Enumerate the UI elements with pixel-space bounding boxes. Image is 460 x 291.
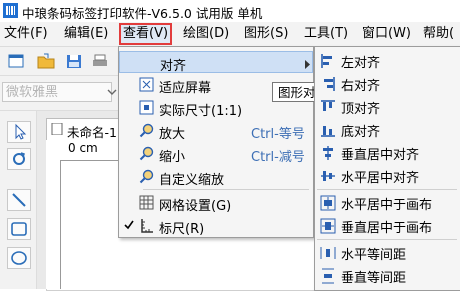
center-horizontal-canvas-item[interactable]: 水平居中于画布: [315, 192, 460, 214]
view-menu-label: 自定义缩放: [159, 173, 225, 188]
menu-shape[interactable]: 图形(S): [244, 25, 288, 43]
align-menu-label: 底对齐: [341, 125, 381, 140]
view-menu-label: 网格设置(G): [159, 199, 232, 214]
align-menu-label: 右对齐: [341, 79, 381, 94]
align-left-item[interactable]: 左对齐: [315, 50, 460, 72]
align-right-icon: [320, 76, 336, 92]
align-menu-label: 左对齐: [341, 56, 381, 71]
chevron-down-icon[interactable]: [106, 83, 118, 101]
align-vertical-center-item[interactable]: 垂直居中对齐: [315, 142, 460, 164]
ruler-icon: [139, 218, 154, 233]
ellipse-tool-icon[interactable]: [7, 247, 31, 269]
align-horizontal-center-item[interactable]: 水平居中对齐: [315, 165, 460, 187]
zoom-in-icon: [139, 123, 154, 138]
select-tool-icon[interactable]: [7, 121, 31, 143]
menu-tools[interactable]: 工具(T): [304, 25, 348, 43]
ruler-origin-label: 0 cm: [68, 141, 98, 155]
zoom-out-icon: [139, 146, 154, 161]
menu-edit[interactable]: 编辑(E): [64, 25, 108, 43]
line-tool-icon[interactable]: [7, 189, 31, 211]
view-menu-label: 标尺(R): [159, 222, 205, 237]
view-menu-dropdown: 对齐 适应屏幕 实际尺寸(1:1) 放大 Ctrl-等号 缩小 Ctrl-减号 …: [118, 46, 314, 238]
align-menu-label: 垂直居中对齐: [341, 148, 420, 163]
zoom-out-shortcut: Ctrl-减号: [251, 150, 305, 165]
align-left-icon: [320, 53, 336, 69]
window-title: 中琅条码标签打印软件-V6.5.0 试用版 单机: [22, 6, 263, 21]
align-submenu: 左对齐 右对齐 顶对齐 底对齐 垂直居中对齐 水平居中对齐 水平居中于画布 垂直…: [314, 46, 460, 291]
distribute-vertical-icon: [320, 268, 336, 284]
view-menu-item-align[interactable]: 对齐: [119, 51, 313, 74]
new-file-icon[interactable]: [6, 51, 26, 71]
view-menu-item-grid-settings[interactable]: 网格设置(G): [119, 192, 313, 214]
menu-window[interactable]: 窗口(W): [362, 25, 411, 43]
menu-file[interactable]: 文件(F): [4, 25, 48, 43]
submenu-arrow-icon: [305, 58, 311, 73]
menu-divider: [317, 189, 457, 190]
view-menu-item-ruler[interactable]: 标尺(R): [119, 215, 313, 237]
align-top-item[interactable]: 顶对齐: [315, 96, 460, 118]
align-top-icon: [320, 99, 336, 115]
menu-divider: [143, 189, 309, 190]
align-vertical-center-icon: [320, 145, 336, 161]
align-right-item[interactable]: 右对齐: [315, 73, 460, 95]
align-bottom-icon: [320, 122, 336, 138]
align-bottom-item[interactable]: 底对齐: [315, 119, 460, 141]
align-menu-label: 水平居中于画布: [341, 198, 433, 213]
align-menu-label: 水平居中对齐: [341, 171, 420, 186]
view-menu-label: 适应屏幕: [159, 81, 212, 96]
menu-bar: 文件(F) 编辑(E) 查看(V) 绘图(D) 图形(S) 工具(T) 窗口(W…: [0, 22, 460, 47]
menu-draw[interactable]: 绘图(D): [183, 25, 229, 43]
center-vertical-canvas-icon: [320, 218, 336, 234]
print-icon[interactable]: [90, 51, 110, 71]
view-menu-item-custom-zoom[interactable]: 自定义缩放: [119, 166, 313, 188]
view-menu-label: 缩小: [159, 150, 186, 165]
center-horizontal-canvas-icon: [320, 195, 336, 211]
align-menu-label: 顶对齐: [341, 102, 381, 117]
distribute-vertical-item[interactable]: 垂直等间距: [315, 265, 460, 287]
open-file-icon[interactable]: [36, 51, 56, 71]
align-menu-label: 垂直等间距: [341, 271, 407, 286]
fit-screen-icon: [139, 77, 154, 92]
actual-size-icon: [139, 100, 154, 115]
align-menu-label: 水平等间距: [341, 248, 407, 263]
vertical-ruler: [46, 160, 61, 289]
menu-view[interactable]: 查看(V): [119, 23, 173, 45]
custom-zoom-icon: [139, 169, 154, 184]
document-tab-label: 未命名-1: [67, 125, 117, 140]
distribute-horizontal-icon: [320, 245, 336, 261]
tool-palette: [0, 111, 37, 289]
center-vertical-canvas-item[interactable]: 垂直居中于画布: [315, 215, 460, 237]
checkmark-icon: [124, 219, 134, 235]
align-horizontal-center-icon: [320, 168, 336, 184]
view-menu-label: 实际尺寸(1:1): [159, 104, 243, 119]
grid-icon: [139, 195, 154, 210]
view-menu-item-zoom-out[interactable]: 缩小 Ctrl-减号: [119, 143, 313, 165]
title-bar: 中琅条码标签打印软件-V6.5.0 试用版 单机: [0, 0, 460, 23]
zoom-in-shortcut: Ctrl-等号: [251, 127, 305, 142]
save-file-icon[interactable]: [64, 51, 84, 71]
view-menu-item-zoom-in[interactable]: 放大 Ctrl-等号: [119, 120, 313, 142]
rotate-tool-icon[interactable]: [7, 148, 31, 170]
rectangle-tool-icon[interactable]: [7, 218, 31, 240]
menu-help[interactable]: 帮助(: [423, 25, 454, 43]
view-menu-label: 对齐: [160, 59, 187, 74]
align-menu-label: 垂直居中于画布: [341, 221, 433, 236]
view-menu-label: 放大: [159, 127, 186, 142]
menu-divider: [317, 239, 457, 240]
distribute-horizontal-item[interactable]: 水平等间距: [315, 242, 460, 264]
font-family-select[interactable]: 微软雅黑: [2, 82, 112, 102]
app-logo-icon: [3, 3, 18, 18]
document-icon: [51, 122, 63, 136]
